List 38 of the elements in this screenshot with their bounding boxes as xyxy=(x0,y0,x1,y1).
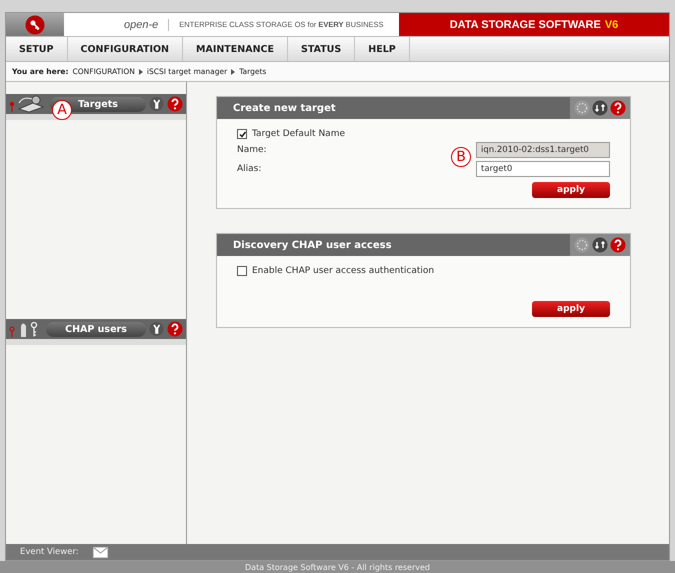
callout-label: A xyxy=(52,100,72,120)
field-label: Name: xyxy=(237,145,267,155)
apply-button[interactable]: apply xyxy=(532,301,610,317)
wrench-icon[interactable] xyxy=(149,96,164,112)
product-name: DATA STORAGE SOFTWARE xyxy=(450,18,601,30)
section-tab[interactable]: CHAP users xyxy=(46,322,146,336)
help-icon[interactable] xyxy=(610,100,626,116)
checkbox[interactable] xyxy=(237,129,247,139)
menu-item[interactable]: HELP xyxy=(355,37,410,61)
event-viewer-label: Event Viewer: xyxy=(20,547,79,557)
text-field[interactable]: target0 xyxy=(476,161,610,177)
copyright-text: Data Storage Software V6 - All rights reserved xyxy=(245,562,430,572)
envelope-icon[interactable] xyxy=(92,546,108,558)
arrow-icon xyxy=(231,68,236,74)
checkbox-label: Target Default Name xyxy=(252,129,346,139)
wrench-icon[interactable] xyxy=(149,321,164,337)
brand-logo: open-e xyxy=(124,18,170,30)
menu-item[interactable]: MAINTENANCE xyxy=(183,37,288,61)
version-label: V6 xyxy=(604,18,618,30)
help-icon[interactable] xyxy=(610,237,626,253)
loading-icon xyxy=(574,100,590,116)
menu-item[interactable]: SETUP xyxy=(6,37,68,61)
field-label: Alias: xyxy=(237,164,262,174)
menu-item[interactable]: STATUS xyxy=(288,37,356,61)
loading-icon xyxy=(574,237,590,253)
checkbox[interactable] xyxy=(237,266,247,276)
callout-label: B xyxy=(451,147,471,167)
menu-item[interactable]: CONFIGURATION xyxy=(68,37,184,61)
panel-title: Discovery CHAP user access xyxy=(233,240,392,250)
key-logo-icon xyxy=(25,14,45,34)
refresh-icon[interactable] xyxy=(592,237,608,253)
refresh-icon[interactable] xyxy=(592,100,608,116)
apply-button[interactable]: apply xyxy=(532,182,610,198)
help-icon[interactable] xyxy=(167,96,183,112)
help-icon[interactable] xyxy=(167,321,183,337)
panel-title: Create new target xyxy=(233,102,336,114)
arrow-icon xyxy=(138,68,143,74)
checkbox-label: Enable CHAP user access authentication xyxy=(252,266,434,276)
